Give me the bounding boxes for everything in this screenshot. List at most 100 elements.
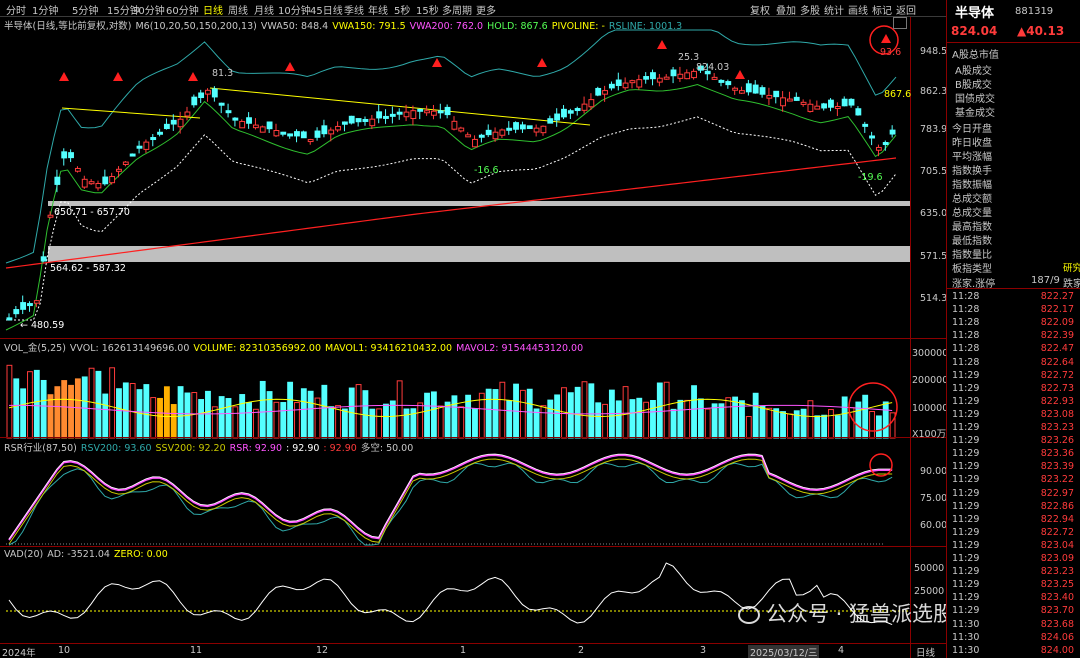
trendline [61,107,201,119]
volume-bar [862,394,869,439]
tick-row: 11:28 822.39 [952,330,1078,341]
candle-body [177,118,184,128]
volume-bar [643,401,650,439]
candle-body [68,152,74,159]
separator-xaxis [0,643,946,644]
tick-row: 11:29 822.72 [952,370,1078,381]
hold-label: 867.6 [884,89,912,100]
volume-bar [841,396,848,439]
volume-bar [33,369,40,439]
volume-bar [109,367,116,439]
tick-price: 822.72 [1040,369,1074,381]
candle-body [211,88,218,98]
volume-bar [472,408,478,439]
tick-price: 822.64 [1040,356,1074,368]
tick-price: 823.70 [1040,605,1074,617]
hold-value: HOLD: 867.6 [487,21,548,32]
candle-body [540,125,547,134]
candle-body [588,99,595,108]
tick-row: 11:29 823.70 [952,605,1078,616]
candle-body [711,76,718,80]
signal-triangle [113,72,123,81]
tick-price: 823.23 [1040,422,1074,433]
tick-time: 11:29 [952,448,980,460]
signal-triangle [432,58,442,67]
candle-body [862,123,869,127]
low-value: 480.59 [31,320,65,331]
stat-label: 指数量比 [952,250,992,261]
volume-bar [225,398,232,439]
ssv200-line [8,458,893,545]
volume-bar [383,403,389,439]
candle-body [848,98,855,106]
tick-row: 11:29 823.08 [952,409,1078,420]
volume-bar [663,381,670,439]
volume-bar [424,392,430,439]
volume-bar [13,378,20,439]
rsr-panel [6,453,893,546]
tick-row: 11:29 822.94 [952,514,1078,525]
volume-bar [177,386,184,439]
main-ytick: 948.5 [920,46,948,57]
volume-bar [540,405,547,439]
candle-body [869,135,875,139]
candle-body [191,96,198,106]
volume-bar [670,408,677,439]
xaxis-cursor-date: 2025/03/12/三 [748,645,820,658]
tick-row: 11:29 823.36 [952,448,1078,459]
tick-price: 822.72 [1040,526,1074,538]
candle-body [684,72,691,80]
security-code: 881319 [1015,6,1054,17]
tick-price: 823.23 [1040,566,1074,578]
candle-body [225,110,232,114]
xaxis-label: 10 [58,645,71,656]
tick-time: 11:29 [952,553,980,564]
tick-time: 11:29 [952,605,980,617]
tick-time: 11:29 [952,395,980,407]
volume-bar [602,403,608,439]
candle-body [287,133,294,137]
tick-row: 11:29 823.23 [952,566,1078,577]
annotation-824-03: 824.03 [696,62,730,73]
candle-body [307,139,314,143]
tick-row: 11:29 822.93 [952,396,1078,407]
volume-bar [725,397,732,439]
stat-label: 平均涨幅 [952,152,992,163]
volume-bar [47,394,54,439]
expand-icon[interactable] [893,17,907,29]
volume-bar [684,399,691,439]
candle-body [376,111,383,119]
candle-body [615,79,622,86]
signal-triangle [59,72,69,81]
tick-time: 11:29 [952,526,980,538]
trendline [209,87,591,126]
vwa150-value: VWA150: 791.5 [332,21,406,32]
volume-bar [732,396,739,439]
volume-bar [129,382,136,439]
stat-label: A股总市值 [952,50,999,61]
tick-price: 824.06 [1040,631,1074,643]
tick-price: 823.04 [1040,539,1074,551]
candle-body [136,145,143,149]
candle-body [396,111,403,115]
volume-bar [300,388,307,439]
volume-bar [807,400,814,439]
tick-row: 11:28 822.09 [952,317,1078,328]
candle-body [95,183,102,189]
xaxis-label: 1 [460,645,467,656]
volume-bar [259,380,266,439]
tick-row: 11:30 823.68 [952,619,1078,630]
volume-bar [485,388,492,439]
candle-body [170,119,177,125]
candle-body [362,118,369,122]
stat-label: B股成交 [955,80,992,91]
tick-time: 11:29 [952,539,980,551]
rsline-value: RSLINE: 1001.3 [608,21,683,32]
vol-indicator-line: VOL_金(5,25) VVOL: 162613149696.00 VOLUME: … [4,340,587,354]
tick-row: 11:28 822.47 [952,343,1078,354]
candle-body [752,84,759,94]
tick-row: 11:29 823.22 [952,474,1078,485]
volume-bar [273,401,280,439]
candle-body [629,80,636,84]
vwa50-value: VWA50: 848.4 [260,21,329,32]
